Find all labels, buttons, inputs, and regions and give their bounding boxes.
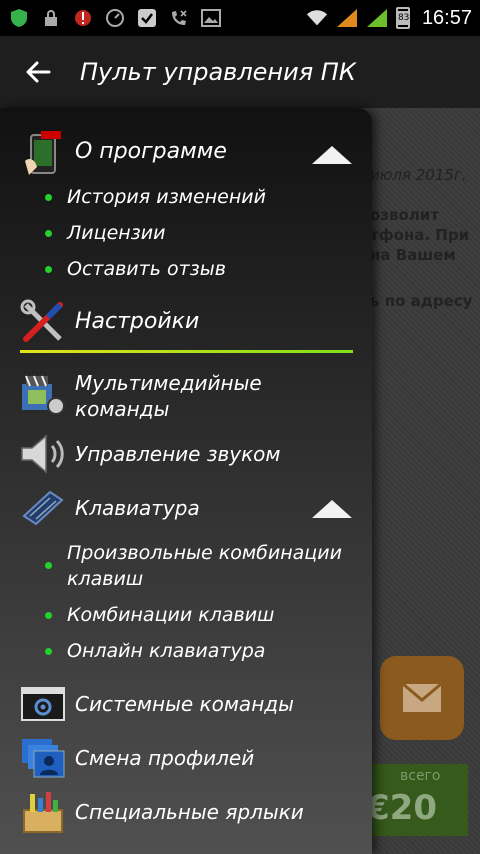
price-badge[interactable]: всего €20 xyxy=(366,764,468,836)
menu-item-keyboard[interactable]: Клавиатура xyxy=(0,484,372,532)
check-icon xyxy=(136,7,158,29)
page-title: Пульт управления ПК xyxy=(80,58,356,86)
bullet-icon xyxy=(45,230,52,237)
battery-icon: 83 xyxy=(395,7,410,29)
back-button[interactable] xyxy=(18,52,58,92)
phone-app-icon xyxy=(20,131,66,177)
profiles-icon xyxy=(20,735,66,781)
multimedia-icon xyxy=(20,373,66,419)
submenu-item-label: История изменений xyxy=(67,186,266,208)
status-bar: 83 16:57 xyxy=(0,0,480,36)
tools-icon xyxy=(20,299,66,345)
menu-item-settings[interactable]: Настройки xyxy=(0,298,372,346)
submenu-item-label: клавиш xyxy=(67,568,144,590)
news-text-line: ь по адресу xyxy=(370,292,473,310)
bullet-icon xyxy=(45,266,52,273)
chevron-up-icon[interactable] xyxy=(310,498,354,520)
menu-item-label: Мультимедийные xyxy=(75,371,262,395)
submenu-item-licenses[interactable]: Лицензии xyxy=(0,220,372,250)
menu-item-label: Настройки xyxy=(75,309,200,334)
envelope-icon xyxy=(402,683,442,712)
divider xyxy=(20,350,353,353)
submenu-item-label: Оставить отзыв xyxy=(67,258,226,280)
news-date: июля 2015г. xyxy=(370,166,467,184)
signal-sim1-icon xyxy=(336,7,358,29)
bullet-icon xyxy=(45,562,52,569)
menu-item-sound[interactable]: Управление звуком xyxy=(0,430,372,478)
app-bar: Пульт управления ПК xyxy=(0,36,480,108)
bullet-icon xyxy=(45,648,52,655)
alert-icon xyxy=(72,7,94,29)
menu-item-label: Клавиатура xyxy=(75,496,200,520)
menu-item-label: Управление звуком xyxy=(75,442,281,466)
bullet-icon xyxy=(45,612,52,619)
menu-item-about[interactable]: О программе xyxy=(0,130,372,178)
toolbox-icon xyxy=(20,789,66,835)
chevron-up-icon[interactable] xyxy=(310,144,354,166)
submenu-item-label: Лицензии xyxy=(67,222,166,244)
news-text-line: тфона. При xyxy=(370,226,470,244)
navigation-drawer: О программе История изменений Лицензии О… xyxy=(0,108,372,854)
menu-item-shortcuts[interactable]: Специальные ярлыки xyxy=(0,788,372,836)
signal-sim2-icon xyxy=(366,7,388,29)
menu-item-label: Системные команды xyxy=(75,692,294,716)
submenu-item-label: Произвольные комбинации xyxy=(67,542,342,564)
menu-item-profiles[interactable]: Смена профилей xyxy=(0,734,372,782)
email-button[interactable] xyxy=(380,656,464,740)
lock-icon xyxy=(40,7,62,29)
submenu-item-changelog[interactable]: История изменений xyxy=(0,184,372,214)
keyboard-icon xyxy=(20,485,66,531)
clock: 16:57 xyxy=(421,6,472,29)
speaker-icon xyxy=(20,431,66,477)
bullet-icon xyxy=(45,194,52,201)
menu-item-label: команды xyxy=(75,397,170,421)
news-text-line: на Вашем xyxy=(370,246,456,264)
menu-item-label: О программе xyxy=(75,139,227,164)
battery-level: 83 xyxy=(397,11,410,25)
menu-item-label: Смена профилей xyxy=(75,746,255,770)
system-window-icon xyxy=(20,681,66,727)
missed-call-icon xyxy=(168,7,190,29)
submenu-item-online-keyboard[interactable]: Онлайн клавиатура xyxy=(0,638,372,668)
news-text-line: озволит xyxy=(370,206,440,224)
price-value: €20 xyxy=(366,788,437,828)
speedometer-icon xyxy=(104,7,126,29)
submenu-item-label: Онлайн клавиатура xyxy=(67,640,266,662)
submenu-item-feedback[interactable]: Оставить отзыв xyxy=(0,256,372,286)
menu-item-label: Специальные ярлыки xyxy=(75,800,304,824)
image-icon xyxy=(200,7,222,29)
menu-item-multimedia[interactable]: Мультимедийные команды xyxy=(0,368,372,424)
shield-icon xyxy=(8,7,30,29)
submenu-item-label: Комбинации клавиш xyxy=(67,604,275,626)
submenu-item-custom-combos[interactable]: Произвольные комбинации клавиш xyxy=(0,540,372,596)
wifi-icon xyxy=(306,7,328,29)
submenu-item-key-combos[interactable]: Комбинации клавиш xyxy=(0,602,372,632)
menu-item-system-commands[interactable]: Системные команды xyxy=(0,680,372,728)
arrow-left-icon xyxy=(26,61,51,83)
price-label: всего xyxy=(400,768,441,784)
